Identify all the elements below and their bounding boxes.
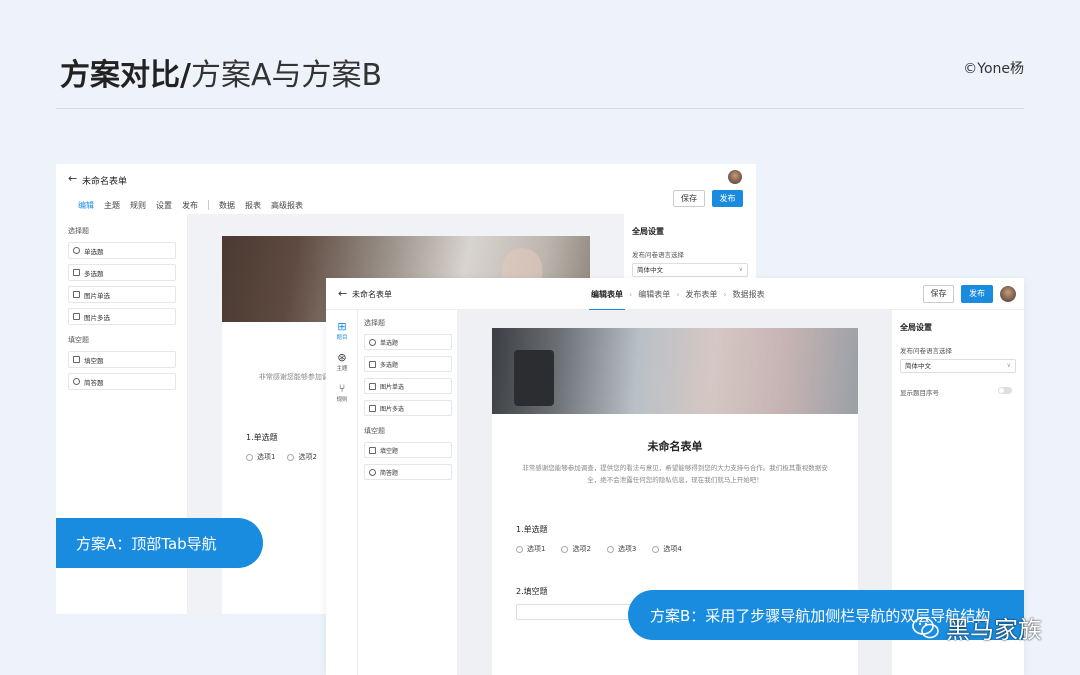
chat-icon bbox=[369, 468, 376, 476]
back-arrow-icon[interactable]: ← bbox=[68, 172, 77, 185]
scheme-a-label: 方案A：顶部Tab导航 bbox=[56, 518, 263, 568]
item-fill-blank[interactable]: 填空题 bbox=[364, 442, 452, 458]
publish-button[interactable]: 发布 bbox=[712, 190, 743, 207]
image-icon bbox=[369, 404, 376, 412]
step-edit-form[interactable]: 编辑表单 bbox=[589, 289, 625, 311]
option-list: 选项1 选项2 选项3 选项4 bbox=[516, 544, 682, 554]
palette-icon: ⊛ bbox=[337, 351, 347, 364]
item-image-single[interactable]: 图片单选 bbox=[364, 378, 452, 394]
question-title: 2.填空题 bbox=[516, 587, 548, 596]
option[interactable]: 选项1 bbox=[246, 452, 275, 462]
watermark: 黑马家族 bbox=[912, 610, 1042, 645]
item-image-multi[interactable]: 图片多选 bbox=[364, 400, 452, 416]
radio-icon bbox=[652, 545, 660, 553]
chevron-right-icon: › bbox=[723, 290, 727, 299]
section-label: 填空题 bbox=[364, 427, 385, 435]
branch-icon: ⑂ bbox=[338, 382, 346, 395]
option[interactable]: 选项1 bbox=[516, 544, 545, 554]
wechat-icon bbox=[912, 616, 939, 638]
radio-icon bbox=[561, 545, 569, 553]
save-button[interactable]: 保存 bbox=[673, 190, 705, 207]
radio-icon bbox=[73, 247, 80, 254]
rail-item-theme[interactable]: ⊛ 主题 bbox=[326, 351, 358, 372]
settings-title: 全局设置 bbox=[900, 323, 932, 332]
chat-icon bbox=[73, 378, 80, 385]
text-field-icon bbox=[369, 446, 376, 454]
item-multi-choice[interactable]: 多选题 bbox=[68, 264, 176, 281]
option[interactable]: 选项3 bbox=[606, 544, 636, 554]
item-image-single[interactable]: 图片单选 bbox=[68, 286, 176, 303]
item-fill-blank[interactable]: 填空题 bbox=[68, 351, 176, 368]
item-image-multi[interactable]: 图片多选 bbox=[68, 308, 176, 325]
image-icon bbox=[369, 382, 376, 390]
image-icon bbox=[73, 313, 80, 320]
item-multi-choice[interactable]: 多选题 bbox=[364, 356, 452, 372]
rail-item-questions[interactable]: ⊞ 题目 bbox=[326, 320, 358, 341]
question-title: 1.单选题 bbox=[516, 525, 548, 534]
divider bbox=[56, 108, 1024, 109]
language-label: 发布问卷语言选择 bbox=[632, 251, 684, 259]
option[interactable]: 选项2 bbox=[561, 544, 591, 554]
rail-item-rules[interactable]: ⑂ 规则 bbox=[326, 382, 358, 403]
option[interactable]: 选项4 bbox=[652, 544, 682, 554]
form-name: 未命名表单 bbox=[82, 177, 128, 187]
cover-image bbox=[492, 328, 858, 414]
radio-icon bbox=[516, 545, 523, 553]
section-label: 选择题 bbox=[68, 227, 89, 235]
step-navigation: 编辑表单 › 编辑表单 › 发布表单 › 数据报表 bbox=[588, 289, 768, 311]
section-label: 选择题 bbox=[364, 319, 385, 327]
step-publish-form[interactable]: 发布表单 bbox=[685, 289, 717, 300]
copyright: ©Yone杨 bbox=[963, 61, 1024, 77]
radio-icon bbox=[606, 545, 614, 553]
section-label: 填空题 bbox=[68, 336, 89, 344]
item-single-choice[interactable]: 单选题 bbox=[364, 334, 452, 350]
tab-separator bbox=[208, 200, 209, 210]
screen-b-header: ← 未命名表单 编辑表单 › 编辑表单 › 发布表单 › 数据报表 保存 发布 bbox=[326, 278, 1024, 311]
image-icon bbox=[73, 291, 80, 298]
item-single-choice[interactable]: 单选题 bbox=[68, 242, 176, 259]
grid-icon: ⊞ bbox=[337, 320, 347, 333]
form-name: 未命名表单 bbox=[352, 290, 392, 299]
question-title: 1.单选题 bbox=[246, 433, 278, 442]
radio-icon bbox=[287, 453, 295, 461]
page-title: 方案对比/方案A与方案B bbox=[60, 58, 383, 93]
save-button[interactable]: 保存 bbox=[923, 285, 954, 303]
language-select[interactable]: 简体中文 ∨ bbox=[900, 359, 1016, 373]
item-short-answer[interactable]: 简答题 bbox=[364, 464, 452, 480]
chevron-down-icon: ∨ bbox=[1006, 362, 1011, 369]
checkbox-icon bbox=[369, 360, 376, 368]
show-number-toggle[interactable] bbox=[998, 387, 1012, 394]
settings-title: 全局设置 bbox=[632, 227, 664, 236]
form-description: 非常感谢您能够参加调查，提供您的看法与意见，希望能够得到您的大力支持与合作。我们… bbox=[522, 464, 828, 484]
back-arrow-icon[interactable]: ← bbox=[338, 287, 347, 300]
language-label: 发布问卷语言选择 bbox=[900, 347, 952, 355]
item-short-answer[interactable]: 简答题 bbox=[68, 373, 176, 390]
avatar[interactable] bbox=[728, 170, 742, 184]
step-data-report[interactable]: 数据报表 bbox=[733, 289, 765, 300]
chevron-right-icon: › bbox=[676, 290, 680, 299]
option-list: 选项1 选项2 bbox=[246, 452, 317, 462]
chevron-down-icon: ∨ bbox=[738, 266, 743, 273]
radio-icon bbox=[369, 338, 376, 346]
side-rail: ⊞ 题目 ⊛ 主题 ⑂ 规则 bbox=[326, 310, 358, 675]
option[interactable]: 选项2 bbox=[287, 452, 317, 462]
question-type-panel: 选择题 单选题 多选题 图片单选 图片多选 填空题 填空题 简答题 bbox=[358, 310, 458, 675]
chevron-right-icon: › bbox=[629, 290, 633, 299]
radio-icon bbox=[246, 453, 253, 461]
publish-button[interactable]: 发布 bbox=[961, 285, 993, 303]
show-number-row: 显示题目序号 bbox=[900, 387, 1016, 397]
checkbox-icon bbox=[73, 269, 80, 276]
form-title: 未命名表单 bbox=[647, 440, 703, 453]
language-select[interactable]: 简体中文 ∨ bbox=[632, 263, 748, 277]
text-field-icon bbox=[73, 356, 80, 363]
screen-a-header: ← 未命名表单 保存 发布 编辑 主题 规则 设置 发布 数据 报表 高级报表 bbox=[56, 164, 756, 217]
step-edit-form-2[interactable]: 编辑表单 bbox=[638, 289, 670, 300]
avatar[interactable] bbox=[1000, 286, 1016, 302]
